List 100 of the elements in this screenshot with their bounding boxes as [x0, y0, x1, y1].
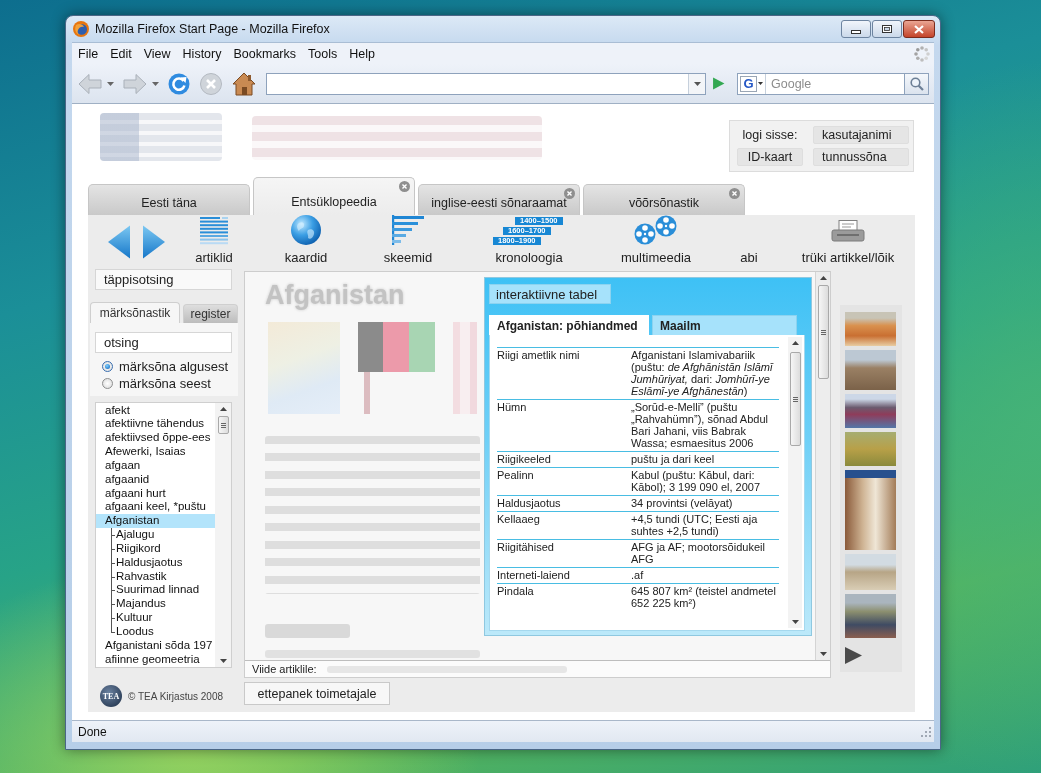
- search-button[interactable]: [905, 72, 929, 95]
- search-field[interactable]: G Google: [737, 72, 905, 95]
- list-item[interactable]: afiinne geomeetria: [96, 652, 215, 667]
- reload-icon[interactable]: [168, 72, 190, 95]
- tab[interactable]: märksõnastik: [90, 302, 180, 323]
- menu-item[interactable]: Tools: [302, 44, 344, 63]
- table-cell-text: .af: [631, 568, 645, 583]
- list-item[interactable]: afekt: [96, 403, 215, 418]
- menu-item[interactable]: View: [137, 44, 177, 63]
- list-item[interactable]: Suurimad linnad: [96, 583, 215, 598]
- menu-item[interactable]: Edit: [104, 44, 138, 63]
- popup-title: interaktiivne tabel: [489, 284, 611, 304]
- scrollbar[interactable]: [788, 337, 802, 628]
- username-field[interactable]: kasutajanimi: [813, 126, 909, 144]
- list-item[interactable]: afektiivne tähendus: [96, 417, 215, 432]
- list-item[interactable]: Afganistan: [96, 514, 215, 529]
- suggest-button[interactable]: ettepanek toimetajale: [244, 682, 390, 705]
- table-cell-text: 645 807 km² (teistel andmetel 652 225 km²): [631, 584, 777, 611]
- photo-placeholder[interactable]: [845, 350, 896, 390]
- diagrams-button[interactable]: skeemid: [383, 215, 433, 268]
- forward-arrow-icon[interactable]: [143, 223, 165, 260]
- list-item[interactable]: Kultuur: [96, 611, 215, 625]
- go-arrow-icon[interactable]: [712, 77, 725, 90]
- maximize-button[interactable]: [872, 20, 902, 38]
- link-label: Viide artiklile:: [252, 663, 317, 675]
- caret-icon[interactable]: [757, 82, 763, 85]
- menu-item[interactable]: History: [176, 44, 228, 63]
- scroll-up-icon[interactable]: [819, 276, 827, 280]
- search-engine-button[interactable]: G: [738, 73, 766, 94]
- table-cell-text: Interneti-laiend: [497, 568, 571, 583]
- menu-item[interactable]: File: [72, 44, 105, 63]
- table-cell-text: Kellaaeg: [497, 512, 541, 527]
- photo-placeholder[interactable]: [845, 594, 896, 638]
- precise-search-button[interactable]: täppisotsing: [95, 269, 232, 290]
- help-button[interactable]: abi: [740, 215, 758, 268]
- radio-label[interactable]: märksõna seest: [119, 376, 211, 391]
- scrollbar-thumb[interactable]: [817, 285, 829, 379]
- list-item[interactable]: Ajalugu: [96, 528, 215, 542]
- radio-label[interactable]: märksõna algusest: [119, 359, 229, 374]
- tab[interactable]: Eesti täna: [88, 184, 250, 215]
- photo-placeholder[interactable]: [845, 470, 896, 550]
- scroll-down-icon[interactable]: [791, 620, 799, 624]
- radio-button[interactable]: [102, 361, 113, 372]
- scrollbar-thumb[interactable]: [789, 352, 801, 446]
- list-item[interactable]: afgaani keel, *puštu: [96, 500, 215, 515]
- password-field[interactable]: tunnussõna: [813, 148, 909, 166]
- tab[interactable]: register: [183, 304, 238, 323]
- scrollbar-thumb[interactable]: [217, 416, 229, 434]
- next-arrow-icon[interactable]: [845, 647, 862, 664]
- list-item[interactable]: afgaan: [96, 458, 215, 473]
- table-cell-text: Riigi ametlik nimi: [497, 348, 581, 363]
- list-item[interactable]: Loodus: [96, 625, 215, 639]
- home-icon[interactable]: [232, 71, 256, 96]
- scrollbar[interactable]: [215, 403, 231, 667]
- resize-grip-icon[interactable]: [920, 725, 932, 738]
- close-button[interactable]: [903, 20, 935, 38]
- search-field[interactable]: otsing: [95, 332, 232, 353]
- list-item[interactable]: Majandus: [96, 597, 215, 612]
- table-cell-text: Riigitähised: [497, 540, 555, 555]
- address-field[interactable]: [266, 72, 706, 95]
- radio-button[interactable]: [102, 378, 113, 389]
- list-item[interactable]: afgaanid: [96, 472, 215, 487]
- search-icon: [909, 76, 924, 91]
- list-item[interactable]: afektiivsed õppe-ees: [96, 431, 215, 446]
- tab[interactable]: Afganistan: põhiandmed: [489, 315, 649, 335]
- table-cell-text: 34 provintsi (velāyat): [631, 496, 734, 511]
- minimize-button[interactable]: [841, 20, 871, 38]
- list-item[interactable]: Afganistani sõda 197: [96, 638, 215, 653]
- list-item[interactable]: Afewerki, Isaias: [96, 445, 215, 459]
- table-cell-text: Pindala: [497, 584, 535, 599]
- text-lines-icon: [200, 217, 228, 245]
- list-item[interactable]: afgaani hurt: [96, 486, 215, 501]
- menu-item[interactable]: Help: [343, 44, 381, 63]
- scroll-up-icon[interactable]: [219, 407, 227, 411]
- scroll-down-icon[interactable]: [819, 652, 827, 656]
- maps-button[interactable]: kaardid: [284, 215, 328, 268]
- id-card-button[interactable]: ID-kaart: [737, 148, 803, 166]
- tab[interactable]: Entsüklopeedia: [253, 177, 415, 215]
- scroll-up-icon[interactable]: [791, 341, 799, 345]
- login-label: logi sisse:: [742, 128, 798, 142]
- close-icon[interactable]: [564, 188, 575, 199]
- photo-placeholder[interactable]: [845, 394, 896, 428]
- list-item[interactable]: Haldusjaotus: [96, 555, 215, 570]
- tab[interactable]: võõrsõnastik: [583, 184, 745, 215]
- close-icon[interactable]: [729, 188, 740, 199]
- scroll-down-icon[interactable]: [219, 659, 227, 663]
- tab[interactable]: Maailm: [652, 315, 797, 335]
- scrollbar[interactable]: [815, 272, 830, 660]
- list-item[interactable]: Riigikord: [96, 541, 215, 556]
- tab[interactable]: inglise-eesti sõnaraamat: [418, 184, 580, 215]
- caret-icon[interactable]: [693, 81, 701, 86]
- table-cell-text: +4,5 tundi (UTC; Eesti aja suhtes +2,5 tundi): [631, 512, 759, 539]
- articles-button[interactable]: artiklid: [195, 215, 233, 268]
- back-arrow-icon[interactable]: [108, 223, 130, 260]
- list-item[interactable]: Rahvastik: [96, 569, 215, 584]
- table-cell-text: Riigikeeled: [497, 452, 552, 467]
- copyright-text: © TEA Kirjastus 2008: [128, 690, 223, 702]
- close-icon[interactable]: [399, 181, 410, 192]
- globe-icon: [291, 215, 321, 245]
- menu-item[interactable]: Bookmarks: [227, 44, 302, 63]
